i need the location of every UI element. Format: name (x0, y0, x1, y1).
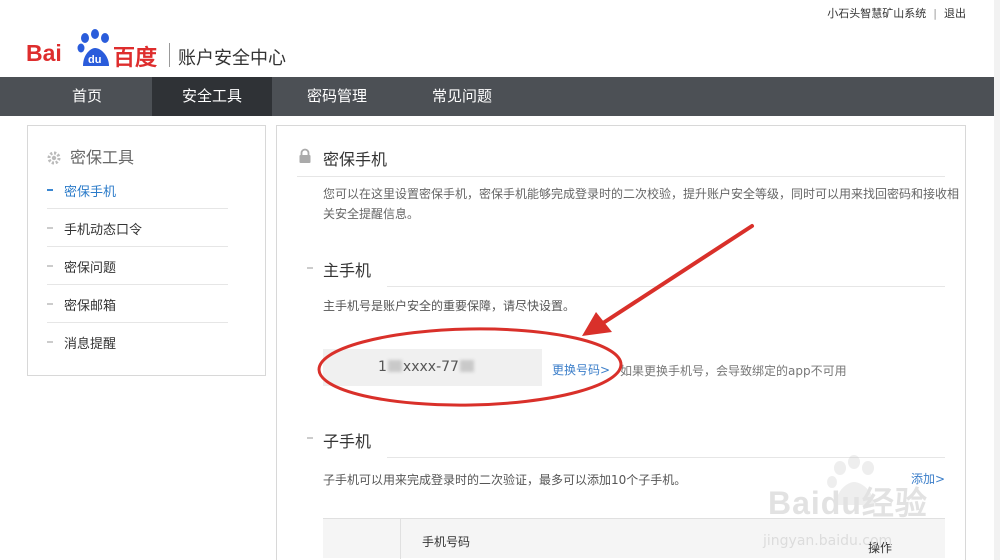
nav-item-faq[interactable]: 常见问题 (422, 77, 502, 116)
logo-text-bai: Bai (26, 40, 62, 66)
watermark-url: jingyan.baidu.com (763, 533, 893, 549)
sidebar: 密保工具 密保手机 手机动态口令 密保问题 密保邮箱 消息提醒 (27, 125, 266, 376)
logo-text-du: du (88, 54, 101, 66)
page: 小石头智慧矿山系统 | 退出 Bai du 百度 账户安全中心 首页 安全工具 密码… (0, 0, 1000, 560)
sidebar-item-dynamic-token[interactable]: 手机动态口令 (47, 209, 228, 247)
table-header-cell (323, 519, 401, 559)
change-number-link[interactable]: 更换号码> (552, 361, 610, 378)
separator: | (933, 7, 937, 20)
sidebar-item-notifications[interactable]: 消息提醒 (47, 323, 228, 361)
bullet (307, 437, 313, 439)
header-divider (169, 43, 170, 67)
logout-link[interactable]: 退出 (944, 7, 966, 20)
sidebar-item-security-question[interactable]: 密保问题 (47, 247, 228, 285)
nav-item-password[interactable]: 密码管理 (297, 77, 377, 116)
phone-number-prefix: 1 (378, 359, 387, 375)
lock-icon (299, 148, 311, 163)
section-description: 您可以在这里设置密保手机，密保手机能够完成登录时的二次校验，提升账户安全等级，同… (323, 187, 960, 221)
sidebar-heading-label: 密保工具 (70, 148, 135, 167)
blurred-digits (387, 360, 402, 372)
sidebar-heading: 密保工具 (46, 144, 134, 168)
phone-number-value: 1 xxxx-77 (378, 359, 475, 375)
main-nav: 首页 安全工具 密码管理 常见问题 (0, 77, 994, 116)
primary-phone-number-field: 1 xxxx-77 (323, 349, 542, 386)
sidebar-item-label: 密保邮箱 (64, 299, 117, 314)
divider (297, 176, 945, 177)
bullet (47, 265, 53, 267)
bullet (47, 227, 53, 229)
watermark-brand: Baidu经验 (768, 485, 928, 521)
table-header-phone: 手机号码 (422, 535, 471, 549)
bullet (47, 341, 53, 343)
primary-phone-heading: 主手机 (323, 261, 372, 280)
bullet (307, 267, 313, 269)
user-links: 小石头智慧矿山系统 | 退出 (827, 5, 966, 21)
username-link[interactable]: 小石头智慧矿山系统 (827, 7, 926, 20)
primary-phone-note: 主手机号是账户安全的重要保障，请尽快设置。 (323, 299, 576, 313)
gear-icon (47, 151, 61, 165)
nav-item-home[interactable]: 首页 (52, 77, 122, 116)
sidebar-item-label: 密保手机 (64, 185, 117, 200)
scrollbar[interactable] (994, 0, 1000, 560)
logo-text-cn: 百度 (113, 46, 158, 71)
bullet (47, 303, 53, 305)
divider (387, 457, 945, 458)
sidebar-item-security-phone[interactable]: 密保手机 (47, 171, 228, 209)
page-title: 账户安全中心 (178, 48, 286, 69)
blurred-digits (459, 360, 474, 372)
section-title: 密保手机 (323, 150, 388, 169)
sidebar-item-security-email[interactable]: 密保邮箱 (47, 285, 228, 323)
change-number-warning: 如果更换手机号，会导致绑定的app不可用 (620, 364, 847, 378)
divider (387, 286, 945, 287)
sidebar-item-label: 消息提醒 (64, 337, 117, 352)
secondary-phone-note: 子手机可以用来完成登录时的二次验证，最多可以添加10个子手机。 (323, 473, 687, 487)
baidu-logo[interactable]: Bai du 百度 (26, 28, 166, 72)
secondary-phone-heading: 子手机 (323, 432, 372, 451)
nav-item-security-tools[interactable]: 安全工具 (152, 77, 272, 116)
bullet (47, 189, 53, 191)
phone-number-mid: xxxx-77 (402, 359, 459, 375)
top-bar: 小石头智慧矿山系统 | 退出 (0, 0, 1000, 22)
sidebar-item-label: 密保问题 (64, 261, 117, 276)
sidebar-item-label: 手机动态口令 (64, 223, 143, 238)
